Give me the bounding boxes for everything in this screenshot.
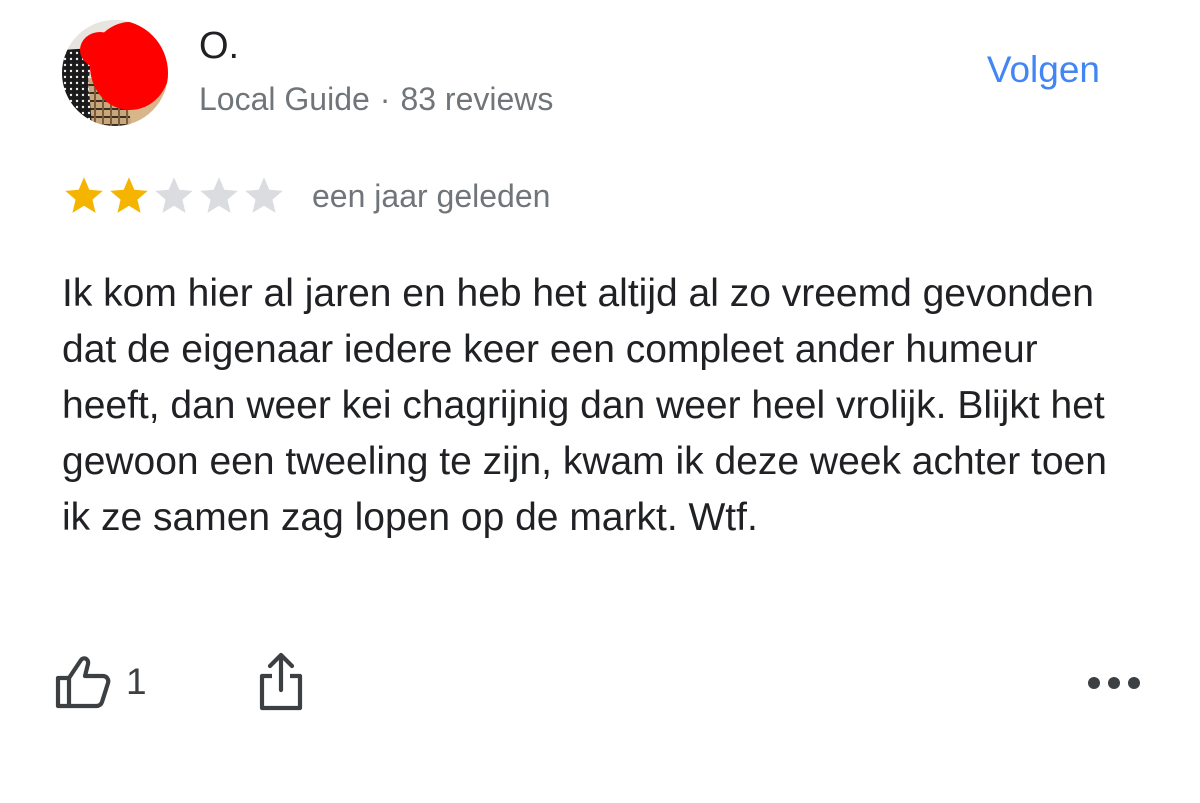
review-card: O. Local Guide · 83 reviews Volgen een jaa…	[0, 0, 1200, 803]
follow-button[interactable]: Volgen	[987, 48, 1100, 92]
star-rating	[62, 174, 286, 218]
review-actions: 1	[0, 650, 1200, 720]
star-empty-icon	[245, 177, 283, 213]
review-count: 83 reviews	[400, 81, 554, 117]
review-date: een jaar geleden	[312, 178, 551, 214]
avatar-image	[62, 20, 168, 126]
meta-separator: ·	[379, 81, 391, 117]
share-icon	[259, 652, 303, 711]
like-count: 1	[126, 661, 147, 702]
share-button[interactable]	[252, 652, 310, 712]
like-button[interactable]: 1	[52, 650, 147, 714]
review-text: Ik kom hier al jaren en heb het altijd a…	[62, 272, 1107, 539]
thumbs-up-icon	[55, 656, 111, 709]
rating-row: een jaar geleden	[62, 174, 550, 218]
star-filled-icon	[65, 177, 103, 213]
more-options-button[interactable]	[1082, 666, 1146, 700]
author-meta: Local Guide · 83 reviews	[199, 80, 553, 118]
more-horizontal-icon	[1088, 677, 1140, 689]
local-guide-badge: Local Guide	[199, 81, 370, 117]
star-filled-icon	[110, 177, 148, 213]
author-name[interactable]: O.	[199, 24, 239, 68]
avatar[interactable]	[62, 20, 168, 126]
star-empty-icon	[200, 177, 238, 213]
star-empty-icon	[155, 177, 193, 213]
